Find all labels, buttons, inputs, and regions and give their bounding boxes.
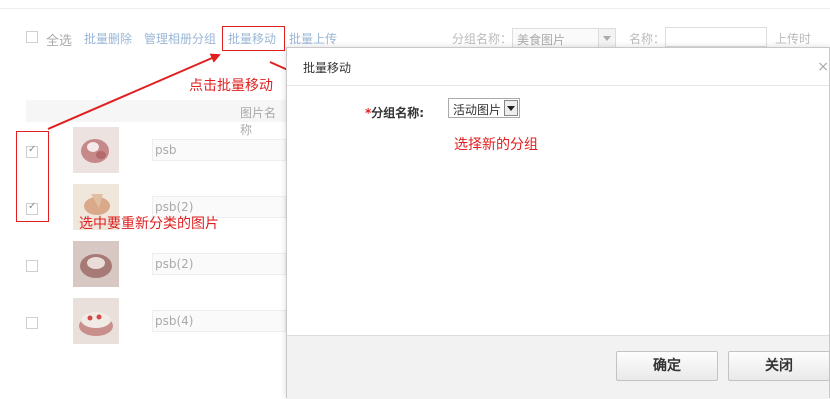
chevron-down-icon <box>504 100 519 116</box>
close-button[interactable]: 关闭 <box>728 351 830 381</box>
dialog-title-bar: 批量移动 × <box>287 48 829 86</box>
dialog-footer: 确定 关闭 <box>287 335 830 399</box>
close-icon[interactable]: × <box>817 59 829 75</box>
select-new-group-annotation: 选择新的分组 <box>454 137 538 153</box>
batch-move-dialog: 批量移动 × *分组名称: 活动图片 选择新的分组 确定 关闭 <box>286 47 830 399</box>
confirm-button[interactable]: 确定 <box>616 351 718 381</box>
group-name-field-label-text: 分组名称: <box>371 106 425 120</box>
target-group-select-value: 活动图片 <box>453 103 502 117</box>
group-name-field-label: *分组名称: <box>365 104 424 121</box>
select-images-annotation: 选中要重新分类的图片 <box>79 216 219 232</box>
target-group-select[interactable]: 活动图片 <box>448 98 521 118</box>
click-batch-move-annotation: 点击批量移动 <box>189 78 273 94</box>
dialog-title: 批量移动 <box>303 61 352 75</box>
